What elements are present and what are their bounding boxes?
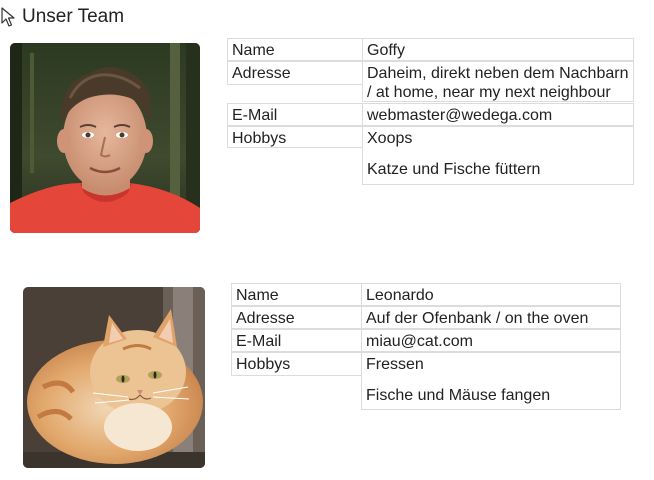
value-address: Daheim, direkt neben dem Nachbarn / at h…: [362, 61, 634, 102]
member-photo-goffy: [10, 43, 200, 233]
label-hobbies: Hobbys: [227, 126, 363, 148]
hobby-item: Fische und Mäuse fangen: [366, 387, 551, 404]
label-hobbies: Hobbys: [231, 352, 362, 376]
label-address: Adresse: [227, 61, 363, 85]
value-email[interactable]: webmaster@wedega.com: [362, 103, 634, 126]
label-address: Adresse: [231, 306, 362, 329]
value-address: Auf der Ofenbank / on the oven bench: [361, 306, 621, 346]
value-hobbies: Fressen Fische und Mäuse fangen: [361, 352, 621, 410]
label-name: Name: [231, 283, 362, 306]
label-email: E-Mail: [227, 103, 363, 126]
value-email[interactable]: miau@cat.com: [361, 329, 621, 352]
member-photo-leonardo: [23, 287, 205, 468]
page-header: Unser Team: [0, 4, 124, 30]
page-title: Unser Team: [22, 6, 125, 27]
value-hobbies: Xoops Katze und Fische füttern: [362, 126, 634, 185]
hobby-item: Fressen: [366, 356, 424, 373]
portrait-image: [10, 43, 200, 233]
label-name: Name: [227, 38, 363, 61]
label-email: E-Mail: [231, 329, 362, 352]
hobby-item: Katze und Fische füttern: [367, 161, 541, 178]
cat-image: [23, 287, 205, 468]
value-name: Leonardo: [361, 283, 621, 306]
hobby-item: Xoops: [367, 130, 413, 147]
mouse-pointer-icon: [1, 7, 15, 27]
value-name: Goffy: [362, 38, 634, 61]
